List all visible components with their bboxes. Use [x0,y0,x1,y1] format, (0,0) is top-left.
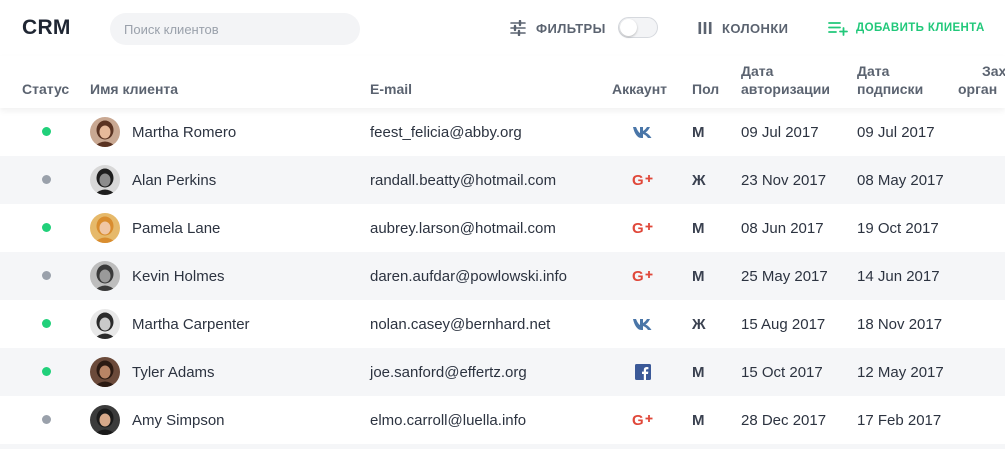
auth-date: 09 Jul 2017 [741,123,819,141]
filters-button[interactable]: ФИЛЬТРЫ [510,18,606,38]
header-org-line1: Зах [982,63,1005,79]
table-row[interactable]: Amy Simpson elmo.carroll@luella.info G М 28 … [0,396,1005,444]
header-name[interactable]: Имя клиента [90,80,178,98]
table-row[interactable]: Martha Romero feest_felicia@abby.org М 09 J… [0,108,1005,156]
header-org[interactable]: Зах орган [958,62,1005,98]
toggle-knob [620,19,637,36]
auth-date: 15 Oct 2017 [741,363,823,381]
svg-text:G: G [632,220,644,236]
top-bar: CRM ФИЛЬТРЫ КОЛОНКИ [0,0,1005,56]
client-name[interactable]: Tyler Adams [132,348,215,396]
auth-date: 28 Dec 2017 [741,411,827,429]
filters-label: ФИЛЬТРЫ [536,20,606,36]
svg-text:G: G [632,412,644,428]
client-sex: М [692,363,705,381]
header-email[interactable]: E-mail [370,80,412,98]
header-sub-line2: подписки [857,81,924,97]
svg-text:G: G [632,268,644,284]
avatar[interactable] [90,309,120,339]
status-dot [42,415,51,424]
table-row[interactable]: Pamela Lane aubrey.larson@hotmail.com G М 08… [0,204,1005,252]
header-auth-line2: авторизации [741,81,830,97]
header-account[interactable]: Аккаунт [612,80,667,98]
client-sex: М [692,267,705,285]
avatar[interactable] [90,357,120,387]
client-name[interactable]: Martha Carpenter [132,300,250,348]
columns-icon [698,21,712,35]
google-plus-icon[interactable]: G [632,217,654,239]
client-email[interactable]: joe.sanford@effertz.org [370,348,527,396]
columns-button[interactable]: КОЛОНКИ [698,18,788,38]
client-email[interactable]: randall.beatty@hotmail.com [370,156,556,204]
client-name[interactable]: Kevin Holmes [132,252,225,300]
table-row[interactable]: Alan Perkins randall.beatty@hotmail.com G Ж… [0,156,1005,204]
subscription-date: 18 Nov 2017 [857,315,943,333]
client-name[interactable]: Amy Simpson [132,396,225,444]
subscription-date: 14 Jun 2017 [857,267,940,285]
app-logo: CRM [22,16,71,39]
client-sex: М [692,411,705,429]
header-auth-date[interactable]: Дата авторизации [741,62,830,98]
table-row[interactable]: Kevin Holmes daren.aufdar@powlowski.info G… [0,252,1005,300]
avatar[interactable] [90,117,120,147]
columns-label: КОЛОНКИ [722,20,789,36]
search-input[interactable] [110,13,360,45]
subscription-date: 17 Feb 2017 [857,411,942,429]
subscription-date: 08 May 2017 [857,171,944,189]
table-row[interactable]: Martha Carpenter nolan.casey@bernhard.net… [0,300,1005,348]
google-plus-icon[interactable]: G [632,265,654,287]
vk-icon[interactable] [632,121,654,143]
client-table-body: Martha Romero feest_felicia@abby.org М 09 J… [0,108,1005,444]
status-dot [42,175,51,184]
add-client-button[interactable]: ДОБАВИТЬ КЛИЕНТА [828,18,985,38]
status-dot [42,223,51,232]
auth-date: 08 Jun 2017 [741,219,824,237]
client-name[interactable]: Martha Romero [132,108,236,156]
subscription-date: 19 Oct 2017 [857,219,939,237]
header-auth-line1: Дата [741,63,774,79]
client-name[interactable]: Alan Perkins [132,156,216,204]
auth-date: 15 Aug 2017 [741,315,826,333]
status-dot [42,319,51,328]
client-sex: М [692,219,705,237]
subscription-date: 12 May 2017 [857,363,944,381]
svg-text:G: G [632,172,644,188]
sliders-icon [510,20,526,36]
table-row[interactable]: Tyler Adams joe.sanford@effertz.org М 15 Oc… [0,348,1005,396]
vk-icon[interactable] [632,313,654,335]
auth-date: 25 May 2017 [741,267,828,285]
status-dot [42,271,51,280]
header-status[interactable]: Статус [22,80,69,98]
header-org-line2: орган [958,81,998,97]
google-plus-icon[interactable]: G [632,409,654,431]
subscription-date: 09 Jul 2017 [857,123,935,141]
avatar[interactable] [90,165,120,195]
avatar[interactable] [90,213,120,243]
client-sex: Ж [692,171,706,189]
client-name[interactable]: Pamela Lane [132,204,220,252]
google-plus-icon[interactable]: G [632,169,654,191]
status-dot [42,367,51,376]
auth-date: 23 Nov 2017 [741,171,827,189]
header-sub-date[interactable]: Дата подписки [857,62,923,98]
client-email[interactable]: aubrey.larson@hotmail.com [370,204,556,252]
table-header: Статус Имя клиента E-mail Аккаунт Пол Да… [0,56,1005,108]
filters-toggle[interactable] [618,17,658,38]
header-sex[interactable]: Пол [692,80,719,98]
facebook-icon[interactable] [632,361,654,383]
add-list-icon [828,20,848,36]
next-row-edge [0,444,1005,449]
client-email[interactable]: feest_felicia@abby.org [370,108,522,156]
client-sex: Ж [692,315,706,333]
avatar[interactable] [90,405,120,435]
client-email[interactable]: elmo.carroll@luella.info [370,396,526,444]
client-email[interactable]: daren.aufdar@powlowski.info [370,252,567,300]
status-dot [42,127,51,136]
client-sex: М [692,123,705,141]
avatar[interactable] [90,261,120,291]
client-email[interactable]: nolan.casey@bernhard.net [370,300,550,348]
header-sub-line1: Дата [857,63,890,79]
add-client-label: ДОБАВИТЬ КЛИЕНТА [856,22,985,34]
